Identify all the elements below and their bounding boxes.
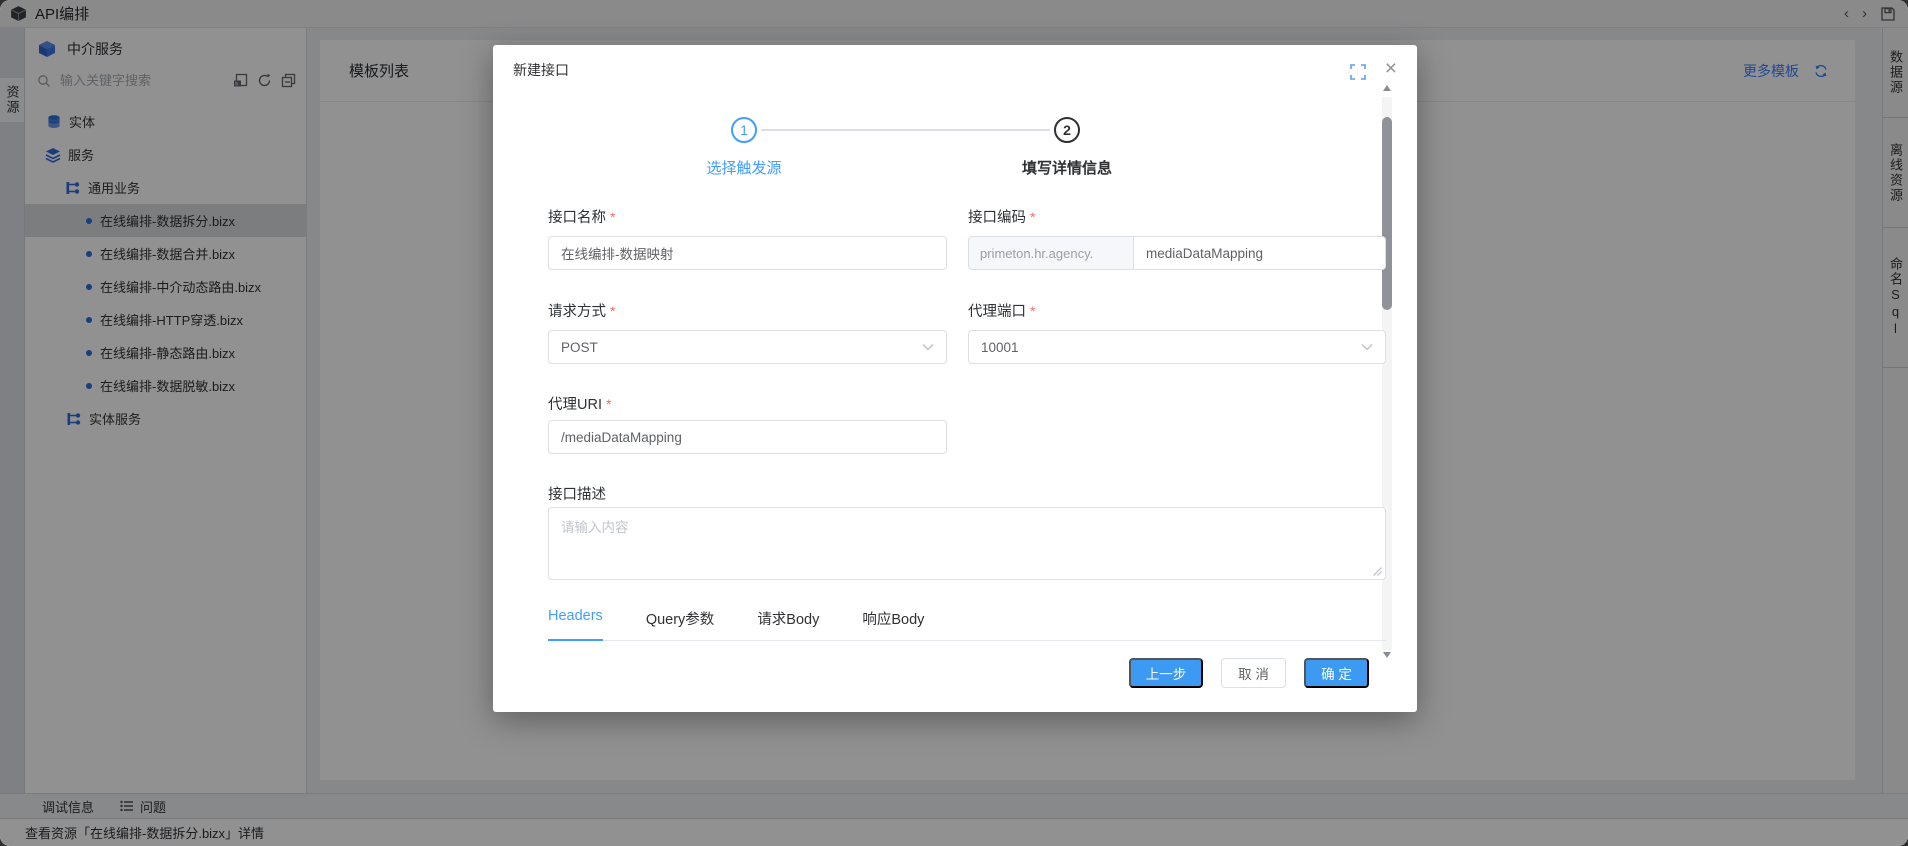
step-1-label: 选择触发源 [706, 160, 782, 177]
proxy-port-value: 10001 [981, 339, 1019, 355]
interface-code-prefix: primeton.hr.agency. [968, 236, 1134, 270]
step-2-number: 2 [1063, 122, 1071, 138]
uri-field-label: 代理URI * [548, 396, 612, 413]
tab-query-params[interactable]: Query参数 [646, 608, 715, 629]
step-2-label: 填写详情信息 [1021, 160, 1113, 177]
interface-name-input[interactable] [548, 236, 947, 270]
modal-tab-bar: Headers Query参数 请求Body 响应Body [548, 608, 1386, 641]
tab-response-body[interactable]: 响应Body [862, 608, 924, 629]
scrollbar-up-arrow[interactable] [1382, 85, 1392, 95]
step-2-circle: 2 [1054, 117, 1080, 143]
required-mark: * [1030, 303, 1036, 319]
tab-headers[interactable]: Headers [548, 608, 603, 641]
step-1-number: 1 [740, 122, 748, 138]
code-field-label: 接口编码 * [968, 209, 1036, 226]
modal-footer: 上一步 取 消 确 定 [1129, 658, 1369, 688]
resize-handle-icon[interactable] [1373, 567, 1382, 576]
modal-title: 新建接口 [513, 62, 569, 78]
request-method-select[interactable]: POST [548, 330, 947, 364]
description-field-label: 接口描述 [548, 487, 606, 503]
previous-step-button[interactable]: 上一步 [1129, 658, 1203, 688]
required-mark: * [1030, 209, 1036, 225]
step-connector-line [761, 129, 1050, 131]
chevron-down-icon [1361, 343, 1373, 351]
step-1-circle: 1 [731, 117, 757, 143]
method-field-label: 请求方式 * [548, 303, 616, 320]
interface-code-input[interactable] [1134, 236, 1386, 270]
proxy-uri-input[interactable] [548, 420, 947, 454]
required-mark: * [610, 303, 616, 319]
app-window: API编排 ‹ › 资源 中介服务 输入关键字搜索 b 实体 服务 通用业务 在… [0, 0, 1908, 846]
required-mark: * [610, 209, 616, 225]
proxy-port-select[interactable]: 10001 [968, 330, 1386, 364]
tab-request-body[interactable]: 请求Body [757, 608, 819, 629]
screen: API编排 ‹ › 资源 中介服务 输入关键字搜索 b 实体 服务 通用业务 在… [0, 0, 1908, 846]
name-field-label: 接口名称 * [548, 209, 616, 226]
port-field-label: 代理端口 * [968, 303, 1036, 320]
cancel-button[interactable]: 取 消 [1221, 658, 1286, 688]
close-icon[interactable]: × [1385, 55, 1397, 82]
new-interface-modal: 新建接口 × 1 2 选择触发源 填写详情信息 接口名称 * 在线编排-数据映射… [493, 45, 1417, 712]
request-method-value: POST [561, 339, 598, 355]
fullscreen-icon[interactable] [1350, 64, 1366, 80]
description-placeholder: 请输入内容 [561, 520, 629, 535]
description-textarea[interactable]: 请输入内容 [548, 507, 1386, 580]
required-mark: * [605, 396, 612, 412]
confirm-button[interactable]: 确 定 [1304, 658, 1369, 688]
chevron-down-icon [922, 343, 934, 351]
scrollbar-down-arrow[interactable] [1382, 652, 1392, 662]
